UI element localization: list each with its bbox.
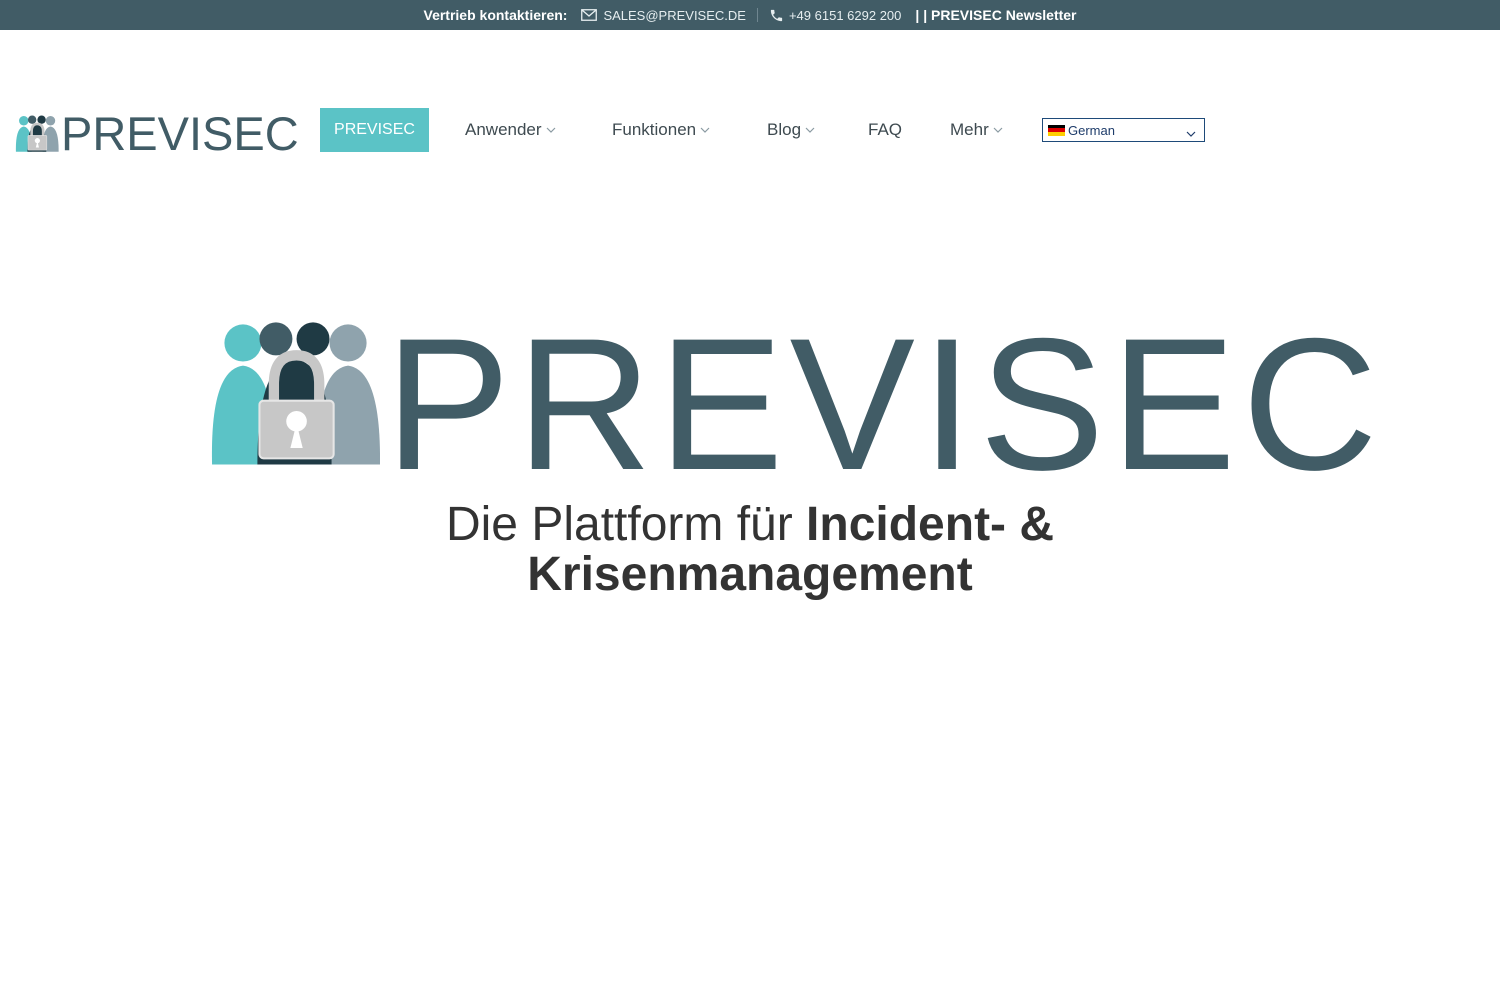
hero-tagline: Die Plattform für Incident- & Krisenmana… xyxy=(0,500,1500,600)
nav-label: Blog xyxy=(767,120,802,139)
nav-item-mehr[interactable]: Mehr xyxy=(950,108,1003,152)
tagline-bold-2: Krisenmanagement xyxy=(527,548,973,601)
nav-label: FAQ xyxy=(868,120,903,139)
phone-text: +49 6151 6292 200 xyxy=(788,7,902,23)
nav-item-faq[interactable]: FAQ xyxy=(868,108,902,152)
nav-label: Mehr xyxy=(950,120,989,139)
tagline-bold-1: Incident- & xyxy=(806,498,1055,551)
contact-label: Vertrieb kontaktieren: xyxy=(423,7,568,23)
chevron-down-icon xyxy=(546,127,556,133)
divider xyxy=(756,8,758,22)
envelope-icon xyxy=(581,9,598,21)
nav-label: Funktionen xyxy=(612,120,697,139)
nav-label: Anwender xyxy=(465,120,542,139)
chevron-down-icon xyxy=(1186,125,1196,140)
hero-logo-text: PREVISEC xyxy=(385,299,1384,509)
chevron-down-icon xyxy=(805,127,815,133)
hero-logo-icon xyxy=(211,322,380,465)
nav-item-previsec[interactable]: PREVISEC xyxy=(320,108,429,152)
phone-icon xyxy=(770,9,783,21)
nav-item-blog[interactable]: Blog xyxy=(767,108,815,152)
logo-text: PREVISEC xyxy=(61,107,299,160)
site-logo[interactable]: PREVISEC xyxy=(15,110,299,157)
top-contact-bar: Vertrieb kontaktieren: SALES@PREVISEC.DE… xyxy=(0,0,1500,30)
language-value: German xyxy=(1068,122,1115,138)
chevron-down-icon xyxy=(993,127,1003,133)
newsletter-link[interactable]: | | PREVISEC Newsletter xyxy=(915,7,1076,23)
site-header: PREVISEC PREVISEC Anwender Funktionen Bl… xyxy=(0,30,1500,230)
email-text: SALES@PREVISEC.DE xyxy=(603,7,746,23)
chevron-down-icon xyxy=(700,127,710,133)
language-select[interactable]: German xyxy=(1042,118,1205,142)
tagline-light: Die Plattform für xyxy=(445,498,807,551)
lock-people-logo-icon xyxy=(15,115,59,152)
nav-item-funktionen[interactable]: Funktionen xyxy=(612,108,710,152)
email-link[interactable]: SALES@PREVISEC.DE xyxy=(581,8,746,23)
nav-item-anwender[interactable]: Anwender xyxy=(465,108,556,152)
phone-link[interactable]: +49 6151 6292 200 xyxy=(769,8,901,23)
german-flag-icon xyxy=(1048,124,1065,136)
